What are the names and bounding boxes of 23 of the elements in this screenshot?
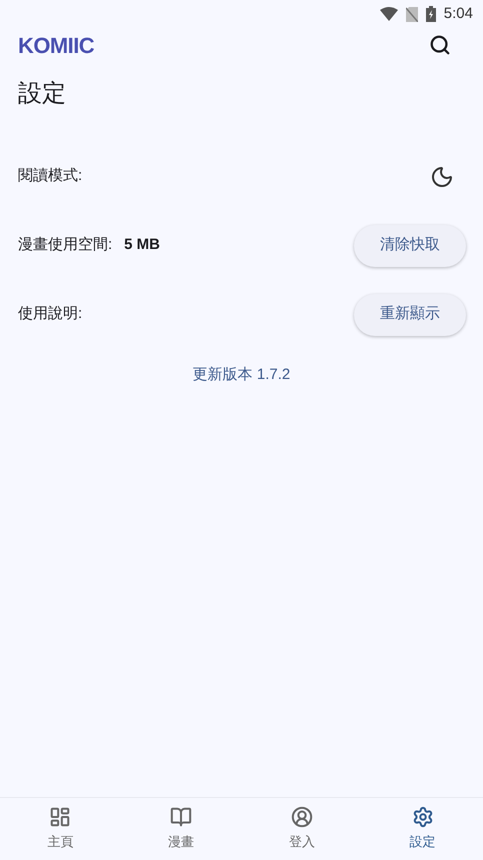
battery-icon <box>426 6 436 22</box>
nav-tab[interactable]: 設定 <box>362 798 483 860</box>
setting-label: 使用說明: <box>18 304 82 324</box>
setting-label: 閱讀模式: <box>18 166 82 186</box>
settings-icon <box>412 806 434 828</box>
app-logo: KOMIIC <box>18 32 94 60</box>
page-title: 設定 <box>17 79 67 109</box>
user-icon <box>290 806 313 828</box>
nav-tab[interactable]: 登入 <box>242 798 362 860</box>
setting-value: 5 MB <box>124 235 160 256</box>
status-time: 5:04 <box>444 4 473 24</box>
nav-tab[interactable]: 漫畫 <box>120 798 242 860</box>
search-icon[interactable] <box>429 34 451 56</box>
moon-icon[interactable] <box>430 164 454 188</box>
setting-label: 漫畫使用空間: <box>18 235 112 256</box>
action-button[interactable]: 重新顯示 <box>354 294 466 336</box>
book-icon <box>170 806 192 828</box>
wifi-icon <box>380 7 398 21</box>
grid-icon <box>49 806 72 828</box>
action-button[interactable]: 清除快取 <box>354 224 466 266</box>
no-sim-icon <box>406 6 418 22</box>
nav-tab[interactable]: 主頁 <box>0 798 121 860</box>
update-link[interactable]: 更新版本 1.7.2 <box>192 364 290 386</box>
